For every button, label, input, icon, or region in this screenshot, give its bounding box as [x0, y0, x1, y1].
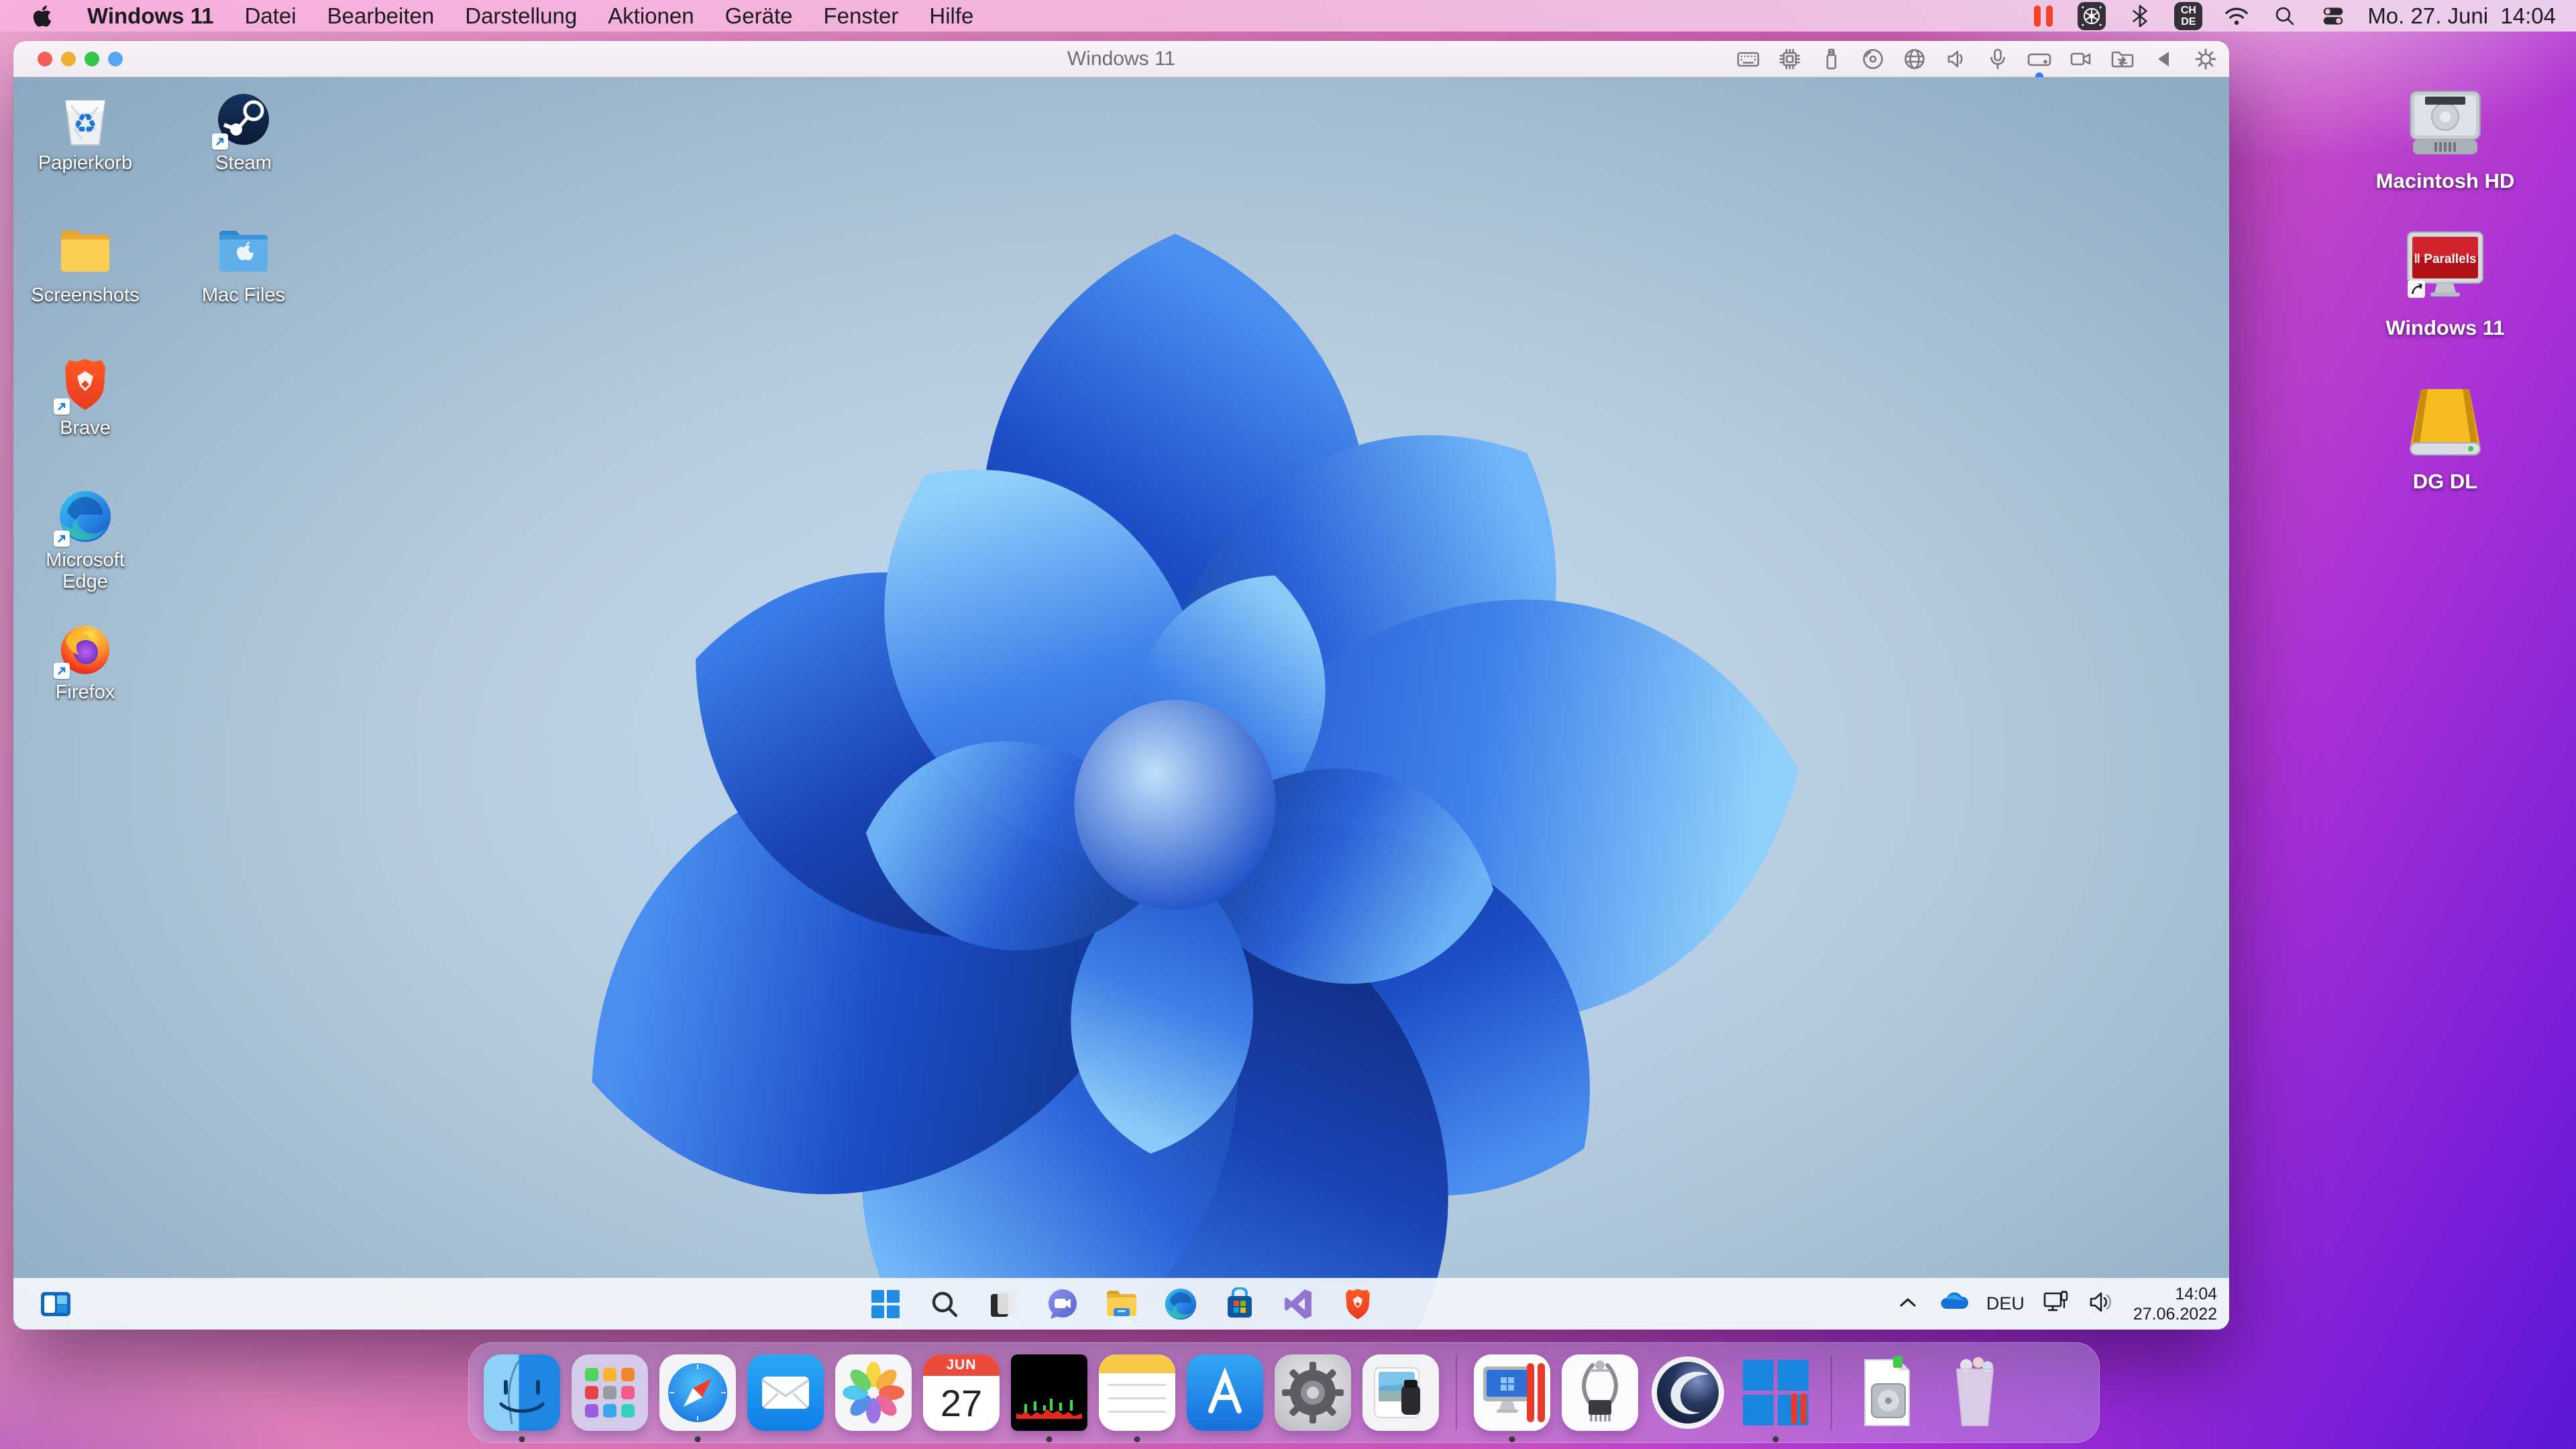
win-icon-papierkorb[interactable]: ♻ Papierkorb: [28, 91, 142, 174]
cpu-icon[interactable]: [1777, 46, 1803, 72]
dock-launchpad[interactable]: [572, 1354, 648, 1431]
control-center-icon[interactable]: [2319, 2, 2347, 30]
dock-finder[interactable]: [484, 1354, 560, 1431]
menu-bar-clock[interactable]: Mo. 27. Juni 14:04: [2367, 3, 2556, 29]
tray-volume-icon[interactable]: [2088, 1291, 2116, 1317]
dock-disk-image-document[interactable]: [1849, 1354, 1925, 1431]
win-icon-mac-files[interactable]: Mac Files: [186, 223, 301, 306]
recycle-bin-icon: ♻: [58, 91, 113, 148]
win-icon-brave[interactable]: Brave: [28, 356, 142, 439]
desktop-icon-macintosh-hd[interactable]: Macintosh HD: [2368, 87, 2522, 193]
mac-menu-bar: Windows 11 Datei Bearbeiten Darstellung …: [0, 0, 2576, 32]
dock-calendar[interactable]: JUN 27: [923, 1354, 1000, 1431]
coherence-button[interactable]: [108, 52, 123, 66]
taskbar-store-button[interactable]: [1220, 1285, 1259, 1324]
calendar-month: JUN: [923, 1354, 1000, 1376]
tray-language-indicator[interactable]: DEU: [1986, 1293, 2025, 1314]
fan-control-icon[interactable]: [2078, 2, 2106, 30]
desktop-icon-dg-dl[interactable]: DG DL: [2368, 384, 2522, 494]
win-icon-firefox[interactable]: Firefox: [28, 620, 142, 703]
svg-text:♻: ♻: [73, 109, 97, 140]
parallels-monitor-icon: ‖ Parallels: [2404, 229, 2487, 308]
dock-photos[interactable]: [835, 1354, 912, 1431]
win-icon-screenshots[interactable]: Screenshots: [28, 223, 142, 306]
external-drive-icon: [2405, 384, 2485, 462]
dock-hardware-utility[interactable]: [1562, 1354, 1638, 1431]
parallels-pause-icon[interactable]: [2029, 2, 2057, 30]
taskbar-start-button[interactable]: [866, 1285, 905, 1324]
internal-drive-icon: [2405, 87, 2485, 161]
taskbar-task-view-button[interactable]: [984, 1285, 1023, 1324]
taskbar-brave-button[interactable]: [1338, 1285, 1377, 1324]
wifi-icon[interactable]: [2222, 2, 2251, 30]
dock-trash[interactable]: [1937, 1354, 2013, 1431]
microphone-icon[interactable]: [1985, 46, 2010, 72]
vm-window-titlebar[interactable]: Windows 11: [13, 41, 2229, 77]
dock-divider: [1456, 1355, 1457, 1430]
taskbar-search-button[interactable]: [925, 1285, 964, 1324]
dock-parallels-desktop[interactable]: [1474, 1354, 1550, 1431]
settings-gear-icon[interactable]: [2193, 46, 2218, 72]
sound-icon[interactable]: [1943, 46, 1969, 72]
dock-mail[interactable]: [747, 1354, 824, 1431]
menu-item-darstellung[interactable]: Darstellung: [465, 3, 577, 29]
hard-disk-icon[interactable]: [2027, 46, 2052, 72]
zoom-button[interactable]: [85, 52, 99, 66]
camera-icon[interactable]: [2068, 46, 2094, 72]
dock-notes[interactable]: [1099, 1354, 1175, 1431]
minimize-button[interactable]: [61, 52, 76, 66]
spotlight-search-icon[interactable]: [2271, 2, 2299, 30]
taskbar-visual-studio-button[interactable]: [1279, 1285, 1318, 1324]
tray-network-icon[interactable]: [2042, 1289, 2070, 1318]
dock-safari[interactable]: [659, 1354, 736, 1431]
shortcut-arrow-badge: [54, 398, 70, 415]
network-icon[interactable]: [1902, 46, 1927, 72]
vm-device-toolbar: [1735, 41, 2218, 77]
win-icon-microsoft-edge[interactable]: Microsoft Edge: [28, 488, 142, 592]
parallels-vm-window: Windows 11: [13, 41, 2229, 1330]
keyboard-icon[interactable]: [1735, 46, 1761, 72]
dock-cinema-4d[interactable]: [1650, 1354, 1726, 1431]
keyboard-layout-icon[interactable]: CH DE: [2174, 2, 2202, 30]
dock-image-capture[interactable]: [1362, 1354, 1439, 1431]
menu-item-datei[interactable]: Datei: [245, 3, 297, 29]
bluetooth-icon[interactable]: [2126, 2, 2154, 30]
tray-onedrive-icon[interactable]: [1937, 1291, 1969, 1316]
shortcut-arrow-badge: [54, 531, 70, 547]
tray-hidden-icons-chevron[interactable]: [1896, 1294, 1919, 1313]
mac-dock: JUN 27: [468, 1342, 2100, 1443]
taskbar-edge-button[interactable]: [1161, 1285, 1200, 1324]
dock-divider: [1831, 1355, 1832, 1430]
menu-item-fenster[interactable]: Fenster: [824, 3, 899, 29]
mouse-pointer-icon[interactable]: [2151, 46, 2177, 72]
shared-folder-icon[interactable]: [2110, 46, 2135, 72]
usb-icon[interactable]: [1819, 46, 1844, 72]
menu-item-hilfe[interactable]: Hilfe: [929, 3, 973, 29]
menu-item-bearbeiten[interactable]: Bearbeiten: [327, 3, 435, 29]
dock-windows-11-vm[interactable]: [1737, 1354, 1814, 1431]
windows-taskbar: DEU 14:04 27.06.2022: [13, 1278, 2229, 1330]
mac-files-folder-icon: [215, 227, 272, 276]
dock-system-monitor[interactable]: [1011, 1354, 1087, 1431]
menu-item-aktionen[interactable]: Aktionen: [608, 3, 694, 29]
dock-system-preferences[interactable]: [1275, 1354, 1351, 1431]
folder-icon: [57, 227, 113, 276]
close-button[interactable]: [38, 52, 52, 66]
windows-bloom-wallpaper: [13, 77, 2229, 1330]
taskbar-chat-button[interactable]: [1043, 1285, 1082, 1324]
shortcut-arrow-badge: [212, 133, 228, 150]
desktop-icon-windows11-vm[interactable]: ‖ Parallels Windows 11: [2368, 229, 2522, 340]
menu-app-name[interactable]: Windows 11: [87, 3, 214, 29]
menu-item-geraete[interactable]: Geräte: [725, 3, 793, 29]
cd-dvd-icon[interactable]: [1860, 46, 1886, 72]
shortcut-arrow-badge: [54, 663, 70, 679]
win-icon-steam[interactable]: Steam: [186, 91, 301, 174]
tray-clock[interactable]: 14:04 27.06.2022: [2133, 1284, 2217, 1324]
svg-text:‖ Parallels: ‖ Parallels: [2414, 252, 2477, 266]
calendar-day: 27: [923, 1375, 1000, 1431]
taskbar-file-explorer-button[interactable]: [1102, 1285, 1141, 1324]
apple-menu-icon[interactable]: [28, 2, 56, 30]
dock-app-store[interactable]: [1187, 1354, 1263, 1431]
windows-desktop: ♻ Papierkorb Steam Screenshots: [13, 77, 2229, 1330]
